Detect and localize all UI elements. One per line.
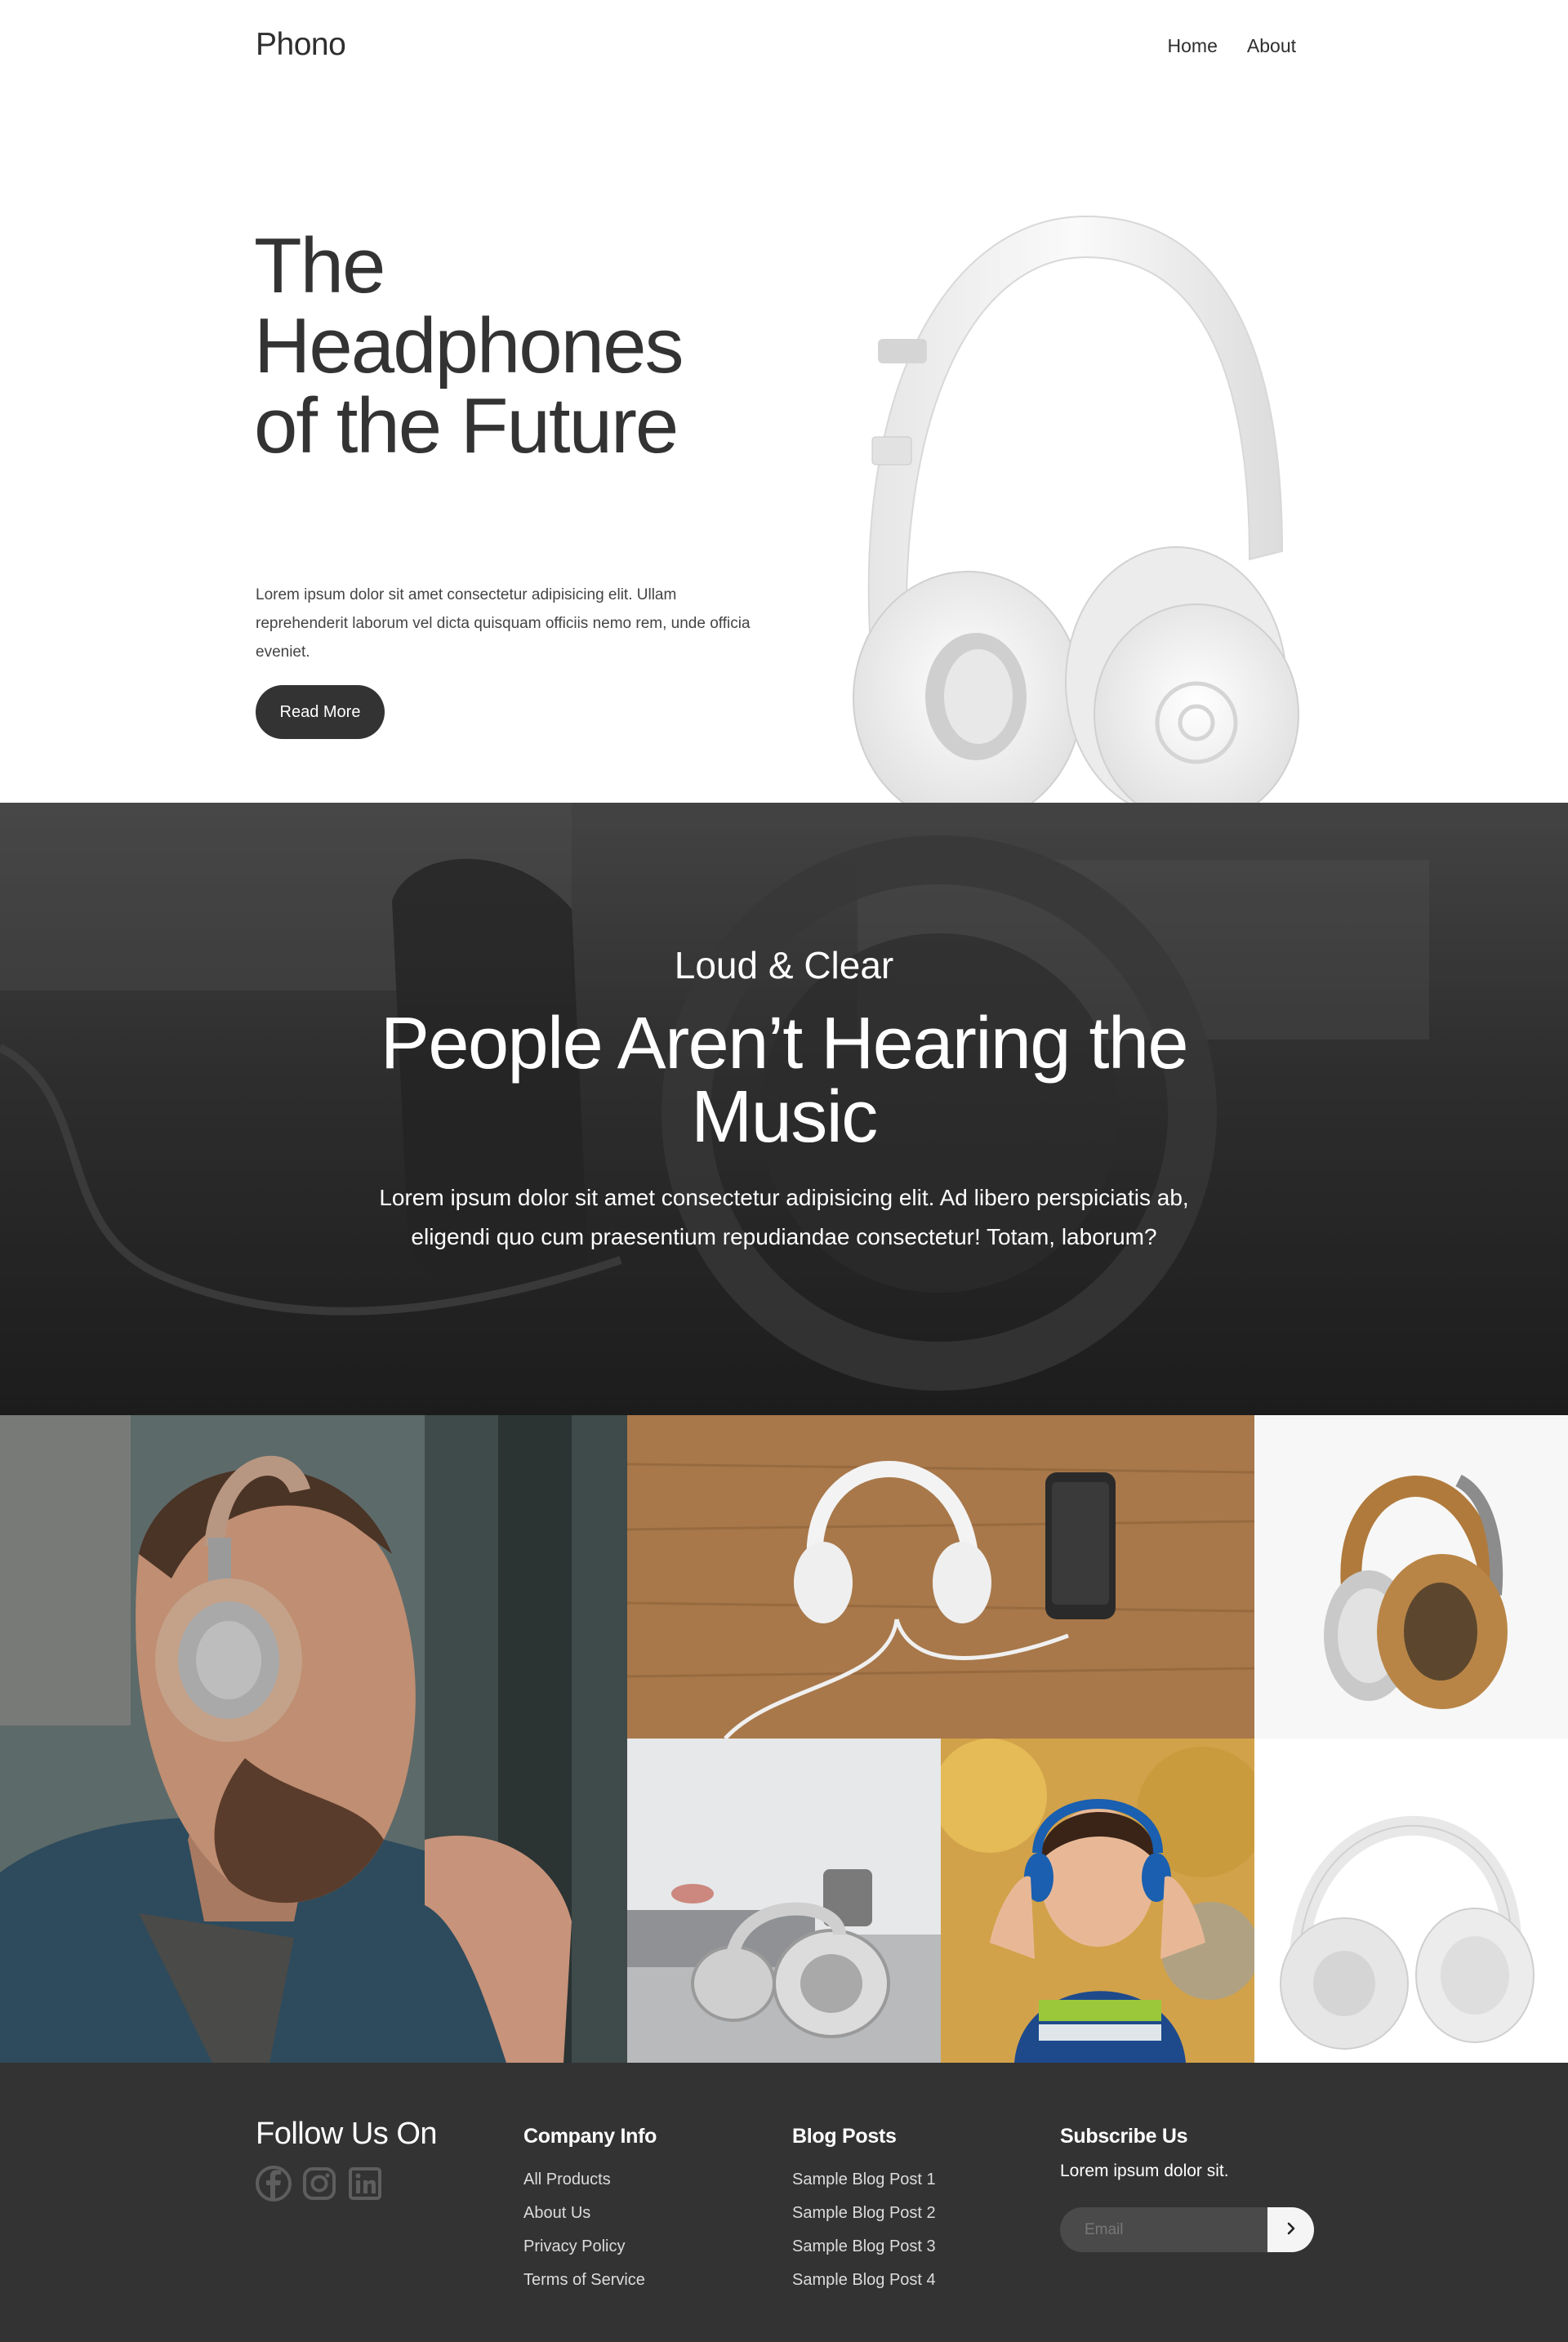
nav-about-link[interactable]: About: [1247, 35, 1296, 57]
site-footer: Follow Us On Company Info All Products A…: [0, 2063, 1568, 2342]
banner-content: Loud & Clear People Aren’t Hearing the M…: [0, 803, 1568, 1415]
footer-link-all-products-text[interactable]: All Products: [523, 2171, 611, 2188]
company-info-title: Company Info: [523, 2125, 657, 2148]
read-more-button[interactable]: Read More: [256, 685, 385, 739]
nav-home-link[interactable]: Home: [1168, 35, 1218, 57]
social-links: [256, 2166, 383, 2202]
footer-link-privacy-policy-text[interactable]: Privacy Policy: [523, 2237, 625, 2255]
email-input[interactable]: [1060, 2207, 1267, 2252]
footer-blog-post-2[interactable]: Sample Blog Post 2: [792, 2197, 936, 2230]
follow-us-title: Follow Us On: [256, 2117, 438, 2151]
banner-description: Lorem ipsum dolor sit amet consectetur a…: [379, 1185, 1189, 1249]
subscribe-text: Lorem ipsum dolor sit.: [1060, 2162, 1229, 2180]
image-gallery: [0, 1415, 1568, 2063]
gallery-image-man-headphones[interactable]: [0, 1415, 627, 2063]
facebook-icon[interactable]: [256, 2166, 292, 2202]
hero-headphones-image: [825, 208, 1323, 853]
footer-link-about-us-text[interactable]: About Us: [523, 2204, 590, 2222]
subscribe-form: [1060, 2207, 1314, 2252]
feature-banner: Loud & Clear People Aren’t Hearing the M…: [0, 803, 1568, 1415]
gallery-image-headphones-wood[interactable]: [627, 1415, 1254, 1739]
hero-description: Lorem ipsum dolor sit amet consectetur a…: [256, 586, 751, 661]
footer-blog-post-2-text[interactable]: Sample Blog Post 2: [792, 2204, 936, 2222]
footer-blog-post-1-text[interactable]: Sample Blog Post 1: [792, 2171, 936, 2188]
footer-blog-post-4-text[interactable]: Sample Blog Post 4: [792, 2271, 936, 2289]
instagram-icon[interactable]: [301, 2166, 337, 2202]
footer-blog-post-4[interactable]: Sample Blog Post 4: [792, 2264, 936, 2297]
chevron-right-icon: [1284, 2221, 1298, 2238]
gallery-image-white-headphones[interactable]: [1254, 1739, 1568, 2063]
footer-link-all-products[interactable]: All Products: [523, 2163, 657, 2197]
banner-subtitle: Loud & Clear: [674, 944, 894, 986]
footer-blog-post-3-text[interactable]: Sample Blog Post 3: [792, 2237, 936, 2255]
logo[interactable]: Phono: [256, 27, 346, 63]
subscribe-submit-button[interactable]: [1267, 2207, 1314, 2252]
hero-title: The Headphones of the Future: [254, 222, 684, 470]
hero-section: The Headphones of the Future Lorem ipsum…: [0, 94, 1568, 837]
banner-title: People Aren’t Hearing the Music: [380, 1003, 1189, 1158]
footer-blog-post-3[interactable]: Sample Blog Post 3: [792, 2230, 936, 2264]
subscribe-title: Subscribe Us: [1060, 2125, 1188, 2148]
main-nav: Home About: [1168, 35, 1296, 57]
blog-posts-column: Blog Posts Sample Blog Post 1 Sample Blo…: [792, 2125, 936, 2297]
blog-posts-title: Blog Posts: [792, 2125, 897, 2148]
gallery-image-child-headphones[interactable]: [941, 1739, 1254, 2063]
gallery-image-tan-headphones[interactable]: [1254, 1415, 1568, 1739]
footer-link-about-us[interactable]: About Us: [523, 2197, 657, 2230]
subscribe-column: Subscribe Us Lorem ipsum dolor sit.: [1060, 2125, 1229, 2181]
footer-link-terms-of-service-text[interactable]: Terms of Service: [523, 2271, 645, 2289]
linkedin-icon[interactable]: [347, 2166, 383, 2202]
footer-blog-post-1[interactable]: Sample Blog Post 1: [792, 2163, 936, 2197]
company-info-column: Company Info All Products About Us Priva…: [523, 2125, 657, 2297]
gallery-image-headphones-laptop[interactable]: [627, 1739, 941, 2063]
site-header: Phono Home About: [0, 0, 1568, 94]
footer-link-privacy-policy[interactable]: Privacy Policy: [523, 2230, 657, 2264]
footer-link-terms-of-service[interactable]: Terms of Service: [523, 2264, 657, 2297]
